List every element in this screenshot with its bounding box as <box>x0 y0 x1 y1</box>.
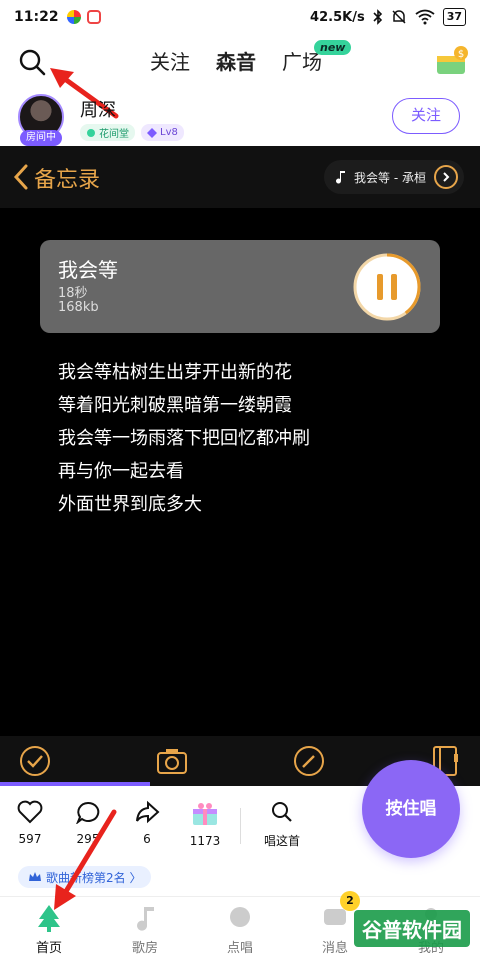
play-icon[interactable] <box>434 165 458 189</box>
lyric-line: 我会等枯树生出芽开出新的花 <box>58 362 292 383</box>
message-badge: 2 <box>340 891 360 911</box>
bubble-icon <box>230 907 250 927</box>
memo-title: 备忘录 <box>34 168 101 193</box>
sing-this-button[interactable]: 唱这首 <box>254 800 310 849</box>
check-icon[interactable] <box>18 744 52 778</box>
user-badges: 花间堂 Lv8 <box>80 124 184 141</box>
badge-level-label: Lv8 <box>160 127 178 138</box>
song-chip[interactable]: 我会等 - 承桓 <box>324 160 464 194</box>
gift-icon[interactable]: $ <box>434 44 470 78</box>
watermark: 谷普软件园 <box>354 910 470 947</box>
status-time: 11:22 <box>14 9 59 25</box>
nav-home-label: 首页 <box>35 941 62 956</box>
badge-huajiantang-label: 花间堂 <box>99 129 129 140</box>
audio-length: 18秒 <box>58 286 88 301</box>
status-bar: 11:22 42.5K/s 37 <box>0 0 480 34</box>
level-icon <box>147 127 157 138</box>
share-button[interactable]: 6 <box>119 800 175 846</box>
search-icon <box>272 802 292 822</box>
music-note-icon <box>137 907 154 931</box>
room-tag: 房间中 <box>20 130 62 146</box>
like-count: 597 <box>18 832 42 846</box>
nav-request[interactable]: 点唱 <box>205 903 275 956</box>
sing-this-label: 唱这首 <box>263 834 300 848</box>
top-tabs: 关注 森音 广场 <box>150 46 322 75</box>
gift-box-icon <box>193 803 217 825</box>
nav-song-room-label: 歌房 <box>131 941 158 956</box>
pause-icon[interactable] <box>352 252 422 322</box>
net-speed: 42.5K/s <box>310 9 365 25</box>
lyric-line: 等着阳光刺破黑暗第一缕朝霞 <box>58 395 292 416</box>
memo-progress-bar <box>0 782 150 786</box>
nav-request-label: 点唱 <box>226 941 253 956</box>
new-badge: new <box>314 40 352 55</box>
status-right: 42.5K/s 37 <box>310 8 466 26</box>
user-name[interactable]: 周深 <box>80 96 116 122</box>
badge-huajiantang: 花间堂 <box>80 124 135 141</box>
audio-title: 我会等 <box>58 258 118 282</box>
tab-follow[interactable]: 关注 <box>150 46 190 75</box>
audio-card[interactable]: 我会等 18秒 168kb <box>40 240 440 333</box>
svg-text:$: $ <box>458 49 464 60</box>
camera-icon[interactable] <box>155 744 189 778</box>
tab-senyin[interactable]: 森音 <box>216 46 256 75</box>
share-count: 6 <box>143 832 151 846</box>
crown-icon <box>29 872 41 881</box>
heart-icon <box>17 800 43 824</box>
battery-indicator: 37 <box>442 8 466 26</box>
user-row: 房间中 周深 花间堂 Lv8 关注 <box>0 90 480 146</box>
nav-messages-label: 消息 <box>321 941 348 956</box>
bluetooth-icon <box>373 9 382 25</box>
memo-panel: 备忘录 我会等 - 承桓 我会等 18秒 168kb 我会等枯树生出芽开出新的花… <box>0 146 480 786</box>
game-notification-icon <box>86 10 101 24</box>
divider <box>240 808 241 844</box>
wifi-icon <box>415 9 435 25</box>
hold-to-sing-button[interactable]: 按住唱 <box>362 760 460 858</box>
badge-level: Lv8 <box>141 124 184 141</box>
lyric-line: 外面世界到底多大 <box>58 494 202 515</box>
back-chevron-icon[interactable] <box>10 162 32 192</box>
gift-count: 1173 <box>189 834 221 848</box>
mute-bell-icon <box>392 10 406 24</box>
share-icon <box>136 800 160 824</box>
song-chip-label: 我会等 - 承桓 <box>354 170 426 185</box>
lyrics: 我会等枯树生出芽开出新的花 等着阳光刺破黑暗第一缕朝霞 我会等一场雨落下把回忆都… <box>58 356 310 521</box>
flower-icon <box>87 128 95 137</box>
follow-button[interactable]: 关注 <box>392 98 460 134</box>
gift-button[interactable]: 1173 <box>177 800 233 848</box>
memo-header: 备忘录 我会等 - 承桓 <box>0 146 480 208</box>
app-notification-icon <box>66 10 81 24</box>
annotation-arrow-bottom <box>54 809 117 910</box>
lyric-line: 我会等一场雨落下把回忆都冲刷 <box>58 428 310 449</box>
pencil-icon[interactable] <box>292 744 326 778</box>
lyric-line: 再与你一起去看 <box>58 461 184 482</box>
audio-size: 168kb <box>58 300 99 315</box>
music-note-icon <box>336 171 346 184</box>
